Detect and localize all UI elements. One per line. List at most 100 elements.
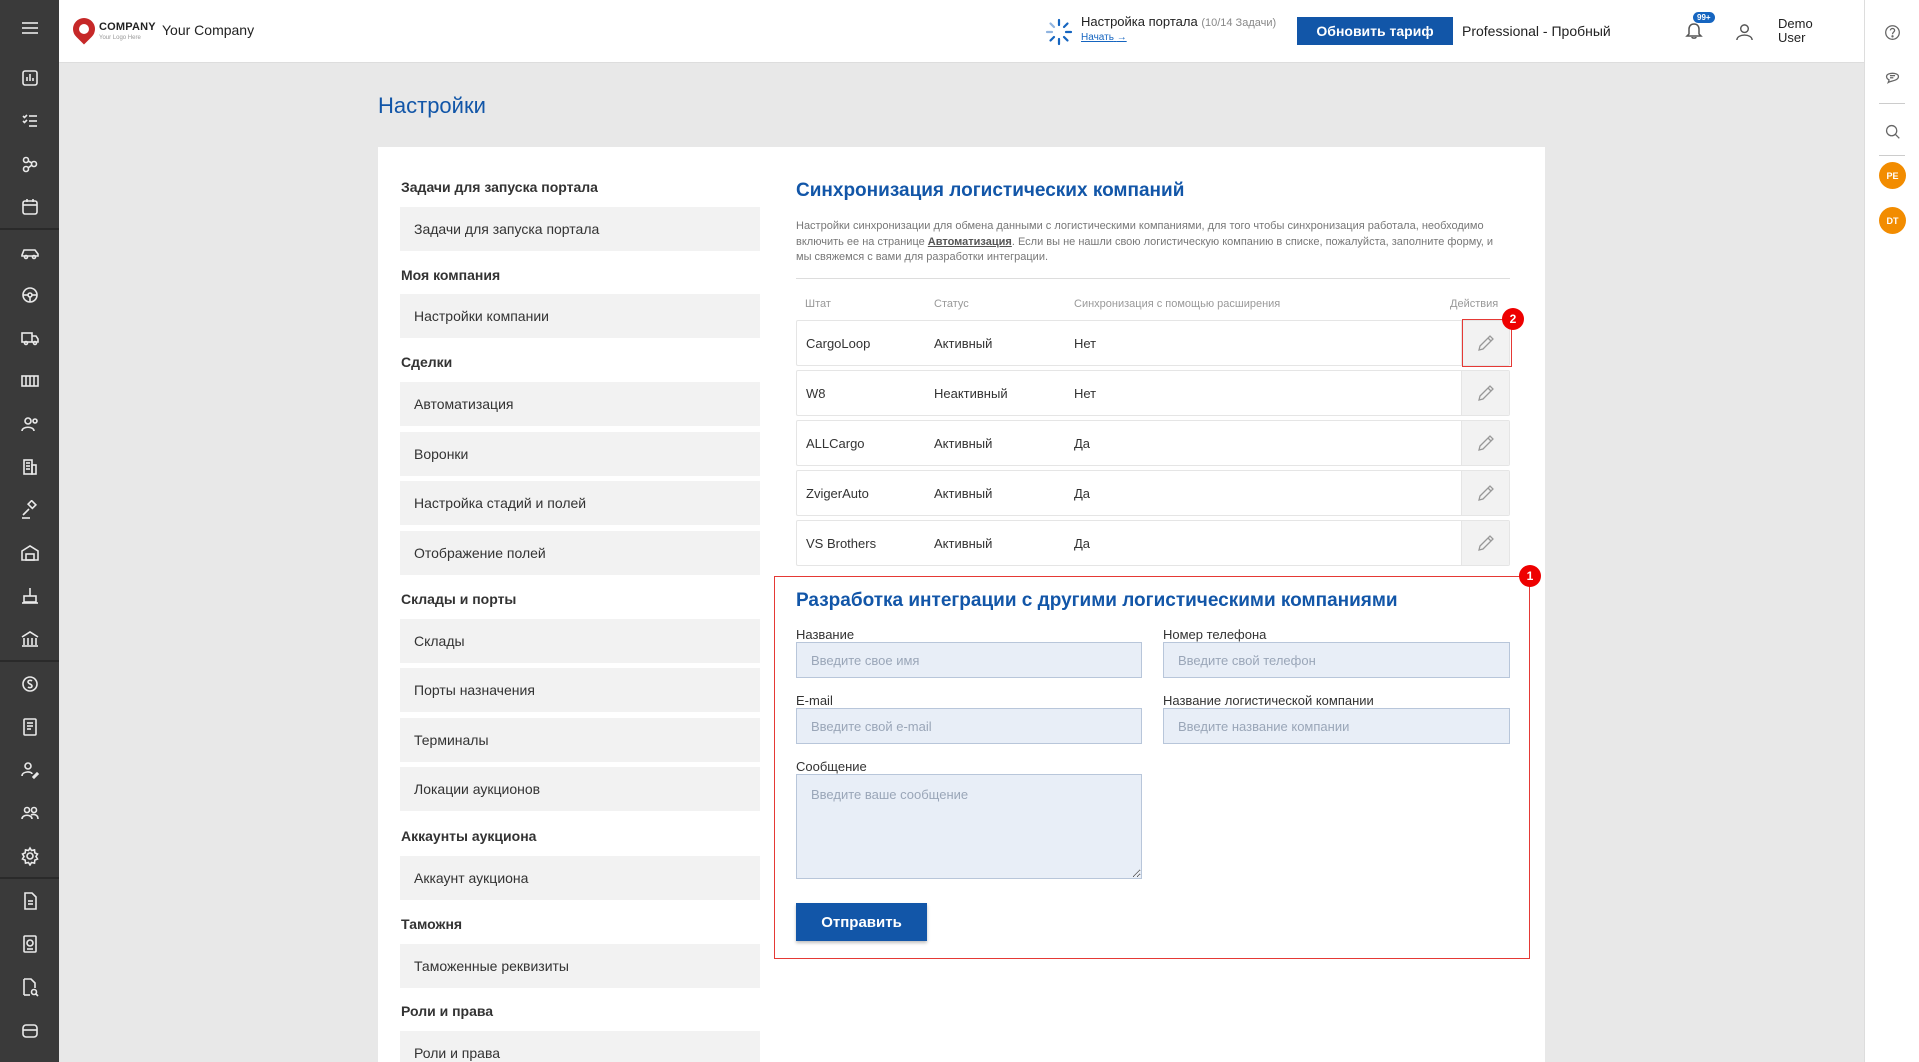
invoice-icon[interactable] — [0, 705, 59, 748]
menu-item-destination-ports[interactable]: Порты назначения — [400, 668, 760, 712]
email-input[interactable] — [796, 708, 1142, 744]
warehouse-icon[interactable] — [0, 531, 59, 574]
menu-item-field-display[interactable]: Отображение полей — [400, 531, 760, 575]
upgrade-plan-button[interactable]: Обновить тариф — [1297, 17, 1453, 45]
menu-item-auction-locations[interactable]: Локации аукционов — [400, 767, 760, 811]
right-sidebar: PE DT — [1864, 0, 1919, 1062]
table-row: CargoLoop Активный Нет — [796, 320, 1510, 366]
row-sync: Нет — [1074, 386, 1097, 401]
auction-hammer-icon[interactable] — [0, 488, 59, 531]
pipeline-icon[interactable] — [0, 142, 59, 185]
user-icon[interactable] — [1735, 22, 1754, 46]
tasks-icon[interactable] — [0, 99, 59, 142]
column-header-status: Статус — [934, 298, 969, 310]
building-icon[interactable] — [0, 445, 59, 488]
message-label: Сообщение — [796, 759, 867, 774]
setup-progress: (10/14 Задачи) — [1201, 17, 1277, 29]
steering-wheel-icon[interactable] — [0, 273, 59, 316]
row-sync: Да — [1074, 486, 1091, 501]
row-status: Активный — [934, 486, 993, 501]
portal-setup-progress[interactable]: Настройка портала (10/14 Задачи) Начать … — [1045, 14, 1276, 46]
pencil-icon — [1477, 535, 1494, 551]
help-icon[interactable] — [1865, 24, 1919, 41]
name-input[interactable] — [796, 642, 1142, 678]
left-sidebar — [0, 0, 59, 1062]
table-row: ALLCargo Активный Да — [796, 420, 1510, 466]
edit-button[interactable] — [1461, 471, 1509, 515]
plan-label: Professional - Пробный — [1462, 23, 1611, 39]
divider — [796, 278, 1510, 279]
menu-item-roles[interactable]: Роли и права — [400, 1031, 760, 1062]
user-edit-icon[interactable] — [0, 748, 59, 791]
setup-start-link[interactable]: Начать — [1081, 32, 1114, 43]
menu-item-automation[interactable]: Автоматизация — [400, 382, 760, 426]
settings-gear-icon[interactable] — [0, 834, 59, 877]
edit-button[interactable] — [1461, 371, 1509, 415]
logistics-company-input[interactable] — [1163, 708, 1510, 744]
dashboard-icon[interactable] — [0, 56, 59, 99]
row-name: W8 — [806, 386, 826, 401]
phone-input[interactable] — [1163, 642, 1510, 678]
menu-item-stages-fields[interactable]: Настройка стадий и полей — [400, 481, 760, 525]
menu-item-funnels[interactable]: Воронки — [400, 432, 760, 476]
menu-item-company-settings[interactable]: Настройки компании — [400, 294, 760, 338]
menu-item-portal-tasks[interactable]: Задачи для запуска портала — [400, 207, 760, 251]
team-icon[interactable] — [0, 791, 59, 834]
avatar-dt[interactable]: DT — [1879, 207, 1906, 234]
chat-icon[interactable] — [1865, 68, 1919, 85]
column-header-actions: Действия — [1450, 298, 1499, 310]
menu-item-terminals[interactable]: Терминалы — [400, 718, 760, 762]
row-name: ALLCargo — [806, 436, 865, 451]
truck-icon[interactable] — [0, 316, 59, 359]
company-logo[interactable]: COMPANY Your Logo Here — [68, 13, 156, 45]
pencil-icon — [1477, 485, 1494, 501]
menu-section-warehouses-ports: Склады и порты — [401, 591, 517, 607]
user-settings-icon[interactable] — [0, 402, 59, 445]
row-sync: Нет — [1074, 336, 1097, 351]
annotation-marker-2: 2 — [1502, 308, 1524, 330]
calendar-icon[interactable] — [0, 185, 59, 228]
company-name: Your Company — [162, 22, 255, 38]
menu-item-warehouses[interactable]: Склады — [400, 619, 760, 663]
edit-button[interactable] — [1461, 421, 1509, 465]
finance-icon[interactable] — [0, 662, 59, 705]
menu-icon[interactable] — [0, 0, 59, 56]
row-status: Активный — [934, 536, 993, 551]
row-sync: Да — [1074, 436, 1091, 451]
annotation-marker-1: 1 — [1519, 565, 1541, 587]
container-icon[interactable] — [0, 359, 59, 402]
column-header-sync: Синхронизация с помощью расширения — [1074, 298, 1281, 310]
car-icon[interactable] — [0, 230, 59, 273]
archive-icon[interactable] — [0, 1008, 59, 1051]
pencil-icon — [1477, 385, 1494, 401]
document-icon[interactable] — [0, 879, 59, 922]
file-search-icon[interactable] — [0, 965, 59, 1008]
pencil-icon — [1477, 435, 1494, 451]
name-label: Название — [796, 627, 855, 642]
report-icon[interactable] — [0, 922, 59, 965]
crane-icon[interactable] — [0, 574, 59, 617]
user-name[interactable]: Demo User — [1778, 17, 1838, 45]
phone-label: Номер телефона — [1163, 627, 1267, 642]
logo-tagline: Your Logo Here — [99, 34, 141, 41]
message-textarea[interactable] — [796, 774, 1142, 879]
row-sync: Да — [1074, 536, 1091, 551]
setup-title: Настройка портала — [1081, 14, 1198, 29]
avatar-pe[interactable]: PE — [1879, 162, 1906, 189]
row-status: Активный — [934, 436, 993, 451]
settings-card: Задачи для запуска портала Задачи для за… — [378, 147, 1545, 1062]
page-title: Настройки — [378, 93, 486, 118]
edit-button[interactable] — [1461, 521, 1509, 565]
integration-title: Разработка интеграции с другими логистич… — [796, 590, 1398, 611]
customs-icon[interactable] — [0, 617, 59, 660]
logo-brand: COMPANY — [99, 20, 156, 33]
menu-item-customs-details[interactable]: Таможенные реквизиты — [400, 944, 760, 988]
automation-link[interactable]: Автоматизация — [928, 236, 1012, 248]
row-status: Неактивный — [934, 386, 1008, 401]
submit-button[interactable]: Отправить — [796, 903, 927, 941]
notifications-bell-icon[interactable] — [1684, 20, 1704, 42]
menu-section-customs: Таможня — [401, 916, 463, 932]
search-icon[interactable] — [1865, 123, 1919, 140]
menu-item-auction-account[interactable]: Аккаунт аукциона — [400, 856, 760, 900]
notifications-badge: 99+ — [1693, 12, 1715, 23]
